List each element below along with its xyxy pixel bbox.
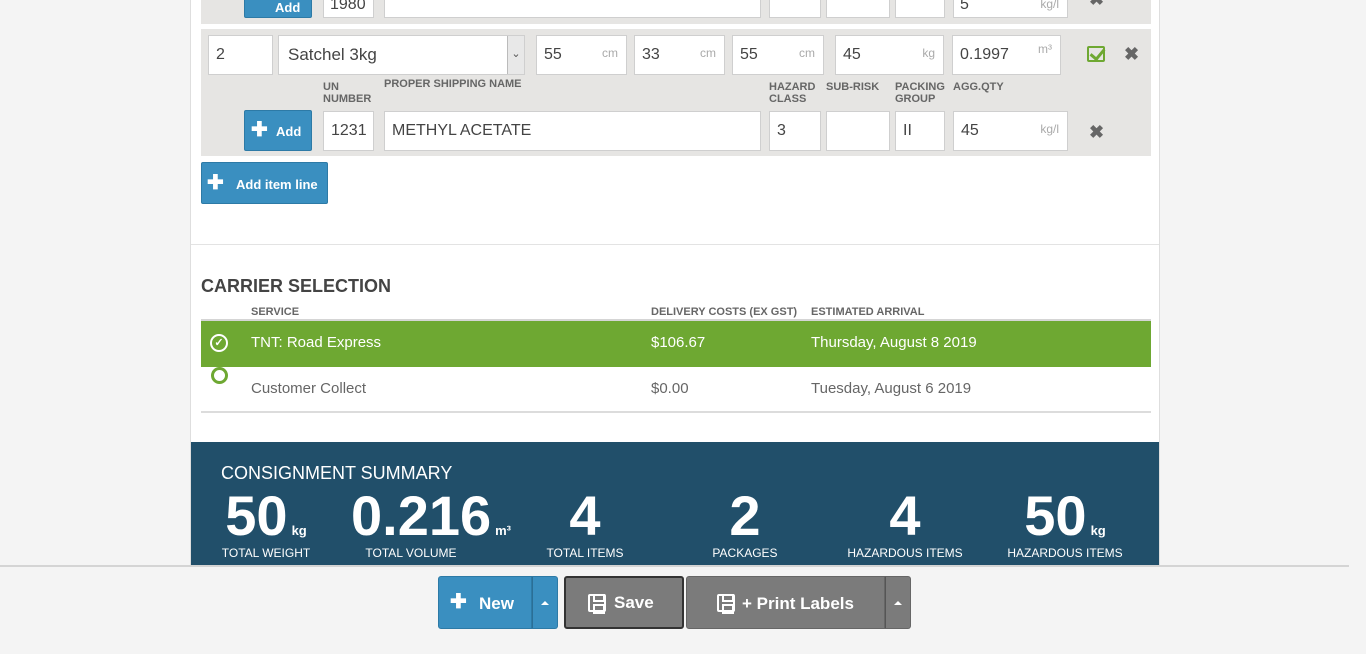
remove-dg-icon-previous[interactable]: ✖ (1089, 0, 1104, 8)
header-un-number: UN NUMBER (323, 81, 372, 105)
packing-group-input-previous[interactable] (895, 0, 945, 18)
carrier-arrival: Tuesday, August 6 2019 (811, 380, 972, 397)
plus-icon: ✚ (207, 172, 224, 194)
carrier-row[interactable]: ✓ TNT: Road Express $106.67 Thursday, Au… (201, 321, 1151, 367)
header-hazard-class: HAZARD CLASS (769, 81, 816, 105)
save-icon (588, 594, 606, 614)
carrier-service: TNT: Road Express (251, 334, 382, 351)
width-unit: cm (700, 46, 716, 60)
length-unit: cm (602, 46, 618, 60)
height-unit: cm (799, 46, 815, 60)
weight-unit: kg (922, 46, 935, 60)
carrier-selection-title: CARRIER SELECTION (201, 276, 392, 296)
save-button[interactable]: Save (564, 576, 684, 629)
add-dg-label: Add (276, 124, 302, 139)
sub-risk-input[interactable] (826, 111, 890, 151)
header-proper-shipping-name: PROPER SHIPPING NAME (384, 78, 522, 90)
stat-packages: 2 PACKAGES (712, 484, 778, 561)
divider (191, 244, 1159, 245)
header-sub-risk: SUB-RISK (826, 81, 880, 93)
new-dropdown-toggle[interactable] (532, 576, 558, 629)
stat-total-volume: 0.216 m³ TOTAL VOLUME (350, 484, 512, 561)
stat-hazardous-weight: 50 kg HAZARDOUS ITEMS (1007, 484, 1123, 561)
carrier-arrival: Thursday, August 8 2019 (811, 334, 977, 351)
summary-title: CONSIGNMENT SUMMARY (221, 463, 453, 483)
add-dg-button[interactable]: ✚ Add (244, 110, 312, 151)
agg-unit: kg/l (1040, 122, 1059, 136)
remove-item-icon[interactable]: ✖ (1124, 45, 1139, 63)
col-delivery-cost: DELIVERY COSTS (EX GST) (651, 306, 798, 318)
volume-unit: m³ (1038, 42, 1052, 56)
save-button-label: Save (614, 593, 654, 612)
previous-dg-line: Add 1980 5 kg/l ✖ (201, 0, 1151, 24)
un-number-input[interactable]: 1231 (323, 111, 374, 151)
chevron-down-icon[interactable]: ⌄ (507, 36, 524, 74)
header-agg-qty: AGG.QTY (953, 81, 1004, 93)
hazard-class-input-previous[interactable] (769, 0, 821, 18)
check-circle-icon: ✓ (210, 334, 228, 352)
new-button-label: New (479, 594, 514, 613)
plus-icon: ✚ (450, 591, 467, 613)
add-dg-button-previous[interactable]: Add (244, 0, 312, 18)
carrier-cost: $106.67 (651, 334, 706, 351)
weight-input[interactable]: 45 kg (835, 35, 944, 75)
add-item-line-label: Add item line (236, 177, 318, 192)
width-input[interactable]: 33 cm (634, 35, 725, 75)
stat-total-items: 4 TOTAL ITEMS (546, 484, 624, 561)
package-type-select[interactable]: Satchel 3kg ⌄ (278, 35, 525, 75)
carrier-service: Customer Collect (251, 380, 367, 397)
consignment-summary: CONSIGNMENT SUMMARY 50 kg TOTAL WEIGHT 0.… (191, 442, 1159, 565)
print-dropdown-toggle[interactable] (885, 576, 911, 629)
add-dg-label: Add (275, 0, 301, 15)
carrier-row[interactable]: Customer Collect $0.00 Tuesday, August 6… (201, 367, 1151, 413)
save-icon (717, 594, 735, 614)
length-input[interactable]: 55 cm (536, 35, 627, 75)
packing-group-input[interactable]: II (895, 111, 945, 151)
print-labels-button[interactable]: + Print Labels (686, 576, 885, 629)
plus-icon: ✚ (251, 119, 268, 141)
proper-shipping-name-input[interactable]: METHYL ACETATE (384, 111, 761, 151)
stat-total-weight: 50 kg TOTAL WEIGHT (221, 484, 311, 561)
caret-up-icon (894, 601, 902, 605)
stat-hazardous-items: 4 HAZARDOUS ITEMS (847, 484, 963, 561)
col-service: SERVICE (251, 306, 300, 318)
radio-unselected-icon[interactable] (211, 367, 228, 384)
footer-divider (0, 565, 1349, 567)
un-number-input-previous[interactable]: 1980 (323, 0, 374, 18)
agg-qty-input[interactable]: 45 kg/l (953, 111, 1068, 151)
caret-up-icon (541, 601, 549, 605)
quantity-input[interactable]: 2 (208, 35, 273, 75)
remove-dg-icon[interactable]: ✖ (1089, 123, 1104, 141)
confirm-checkbox-icon[interactable] (1087, 46, 1105, 62)
height-input[interactable]: 55 cm (732, 35, 824, 75)
volume-input[interactable]: 0.1997 m³ (952, 35, 1061, 75)
carrier-cost: $0.00 (651, 380, 689, 397)
col-estimated-arrival: ESTIMATED ARRIVAL (811, 306, 925, 318)
shipping-name-input-previous[interactable] (384, 0, 761, 18)
sub-risk-input-previous[interactable] (826, 0, 890, 18)
header-packing-group: PACKING GROUP (895, 81, 945, 105)
agg-qty-input-previous[interactable]: 5 kg/l (953, 0, 1068, 18)
agg-unit: kg/l (1040, 0, 1059, 11)
item-line: 2 Satchel 3kg ⌄ 55 cm 33 cm 55 cm 45 kg … (201, 29, 1151, 156)
hazard-class-input[interactable]: 3 (769, 111, 821, 151)
new-button[interactable]: ✚ New (438, 576, 532, 629)
add-item-line-button[interactable]: ✚ Add item line (201, 162, 328, 204)
consignment-panel: Add 1980 5 kg/l ✖ 2 Satchel 3kg ⌄ 55 cm … (190, 0, 1160, 565)
print-labels-label: + Print Labels (742, 594, 854, 613)
